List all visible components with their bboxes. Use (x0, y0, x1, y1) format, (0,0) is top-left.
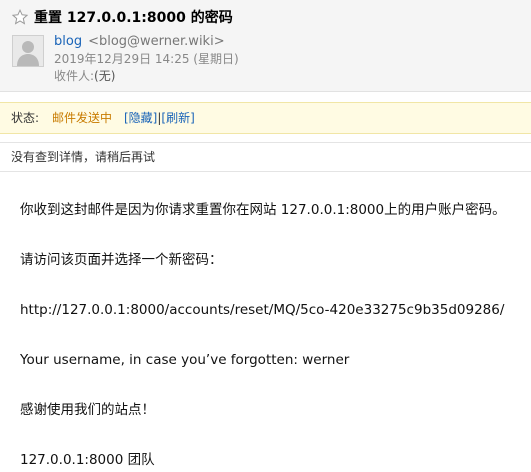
status-label: 状态: (11, 111, 40, 125)
recipient-line: 收件人:(无) (54, 68, 115, 84)
status-detail-notice: 没有查到详情，请稍后再试 (0, 142, 531, 172)
recipient-value: (无) (94, 69, 116, 83)
body-paragraph-thanks: 感谢使用我们的站点！ (20, 402, 155, 418)
delivery-status-bar: 状态: 邮件发送中 [隐藏]|[刷新] (0, 102, 531, 134)
body-paragraph-intro: 你收到这封邮件是因为你请求重置你在网站 127.0.0.1:8000上的用户账户… (20, 202, 506, 218)
email-header: 重置 127.0.0.1:8000 的密码 blog <blog@werner.w… (0, 0, 531, 92)
body-paragraph-instruction: 请访问该页面并选择一个新密码： (20, 252, 223, 268)
recipient-label: 收件人: (54, 69, 95, 83)
sender-email: <blog@werner.wiki> (88, 34, 225, 49)
email-date: 2019年12月29日 14:25 (星期日) (54, 52, 239, 66)
refresh-status-link[interactable]: [刷新] (161, 111, 194, 125)
reset-link[interactable]: http://127.0.0.1:8000/accounts/reset/MQ/… (20, 301, 504, 319)
sender-line: blog <blog@werner.wiki> (54, 33, 225, 50)
status-value: 邮件发送中 (52, 111, 113, 125)
email-view: 重置 127.0.0.1:8000 的密码 blog <blog@werner.w… (0, 0, 531, 472)
hide-status-link[interactable]: [隐藏] (124, 111, 157, 125)
email-subject: 重置 127.0.0.1:8000 的密码 (34, 10, 233, 26)
sender-name[interactable]: blog (54, 34, 82, 49)
default-avatar-icon (17, 41, 39, 66)
avatar (12, 35, 44, 67)
star-icon[interactable] (11, 8, 29, 25)
body-signature: 127.0.0.1:8000 团队 (20, 452, 155, 468)
status-actions: [隐藏]|[刷新] (124, 103, 195, 133)
body-paragraph-username: Your username, in case you’ve forgotten:… (20, 352, 350, 368)
